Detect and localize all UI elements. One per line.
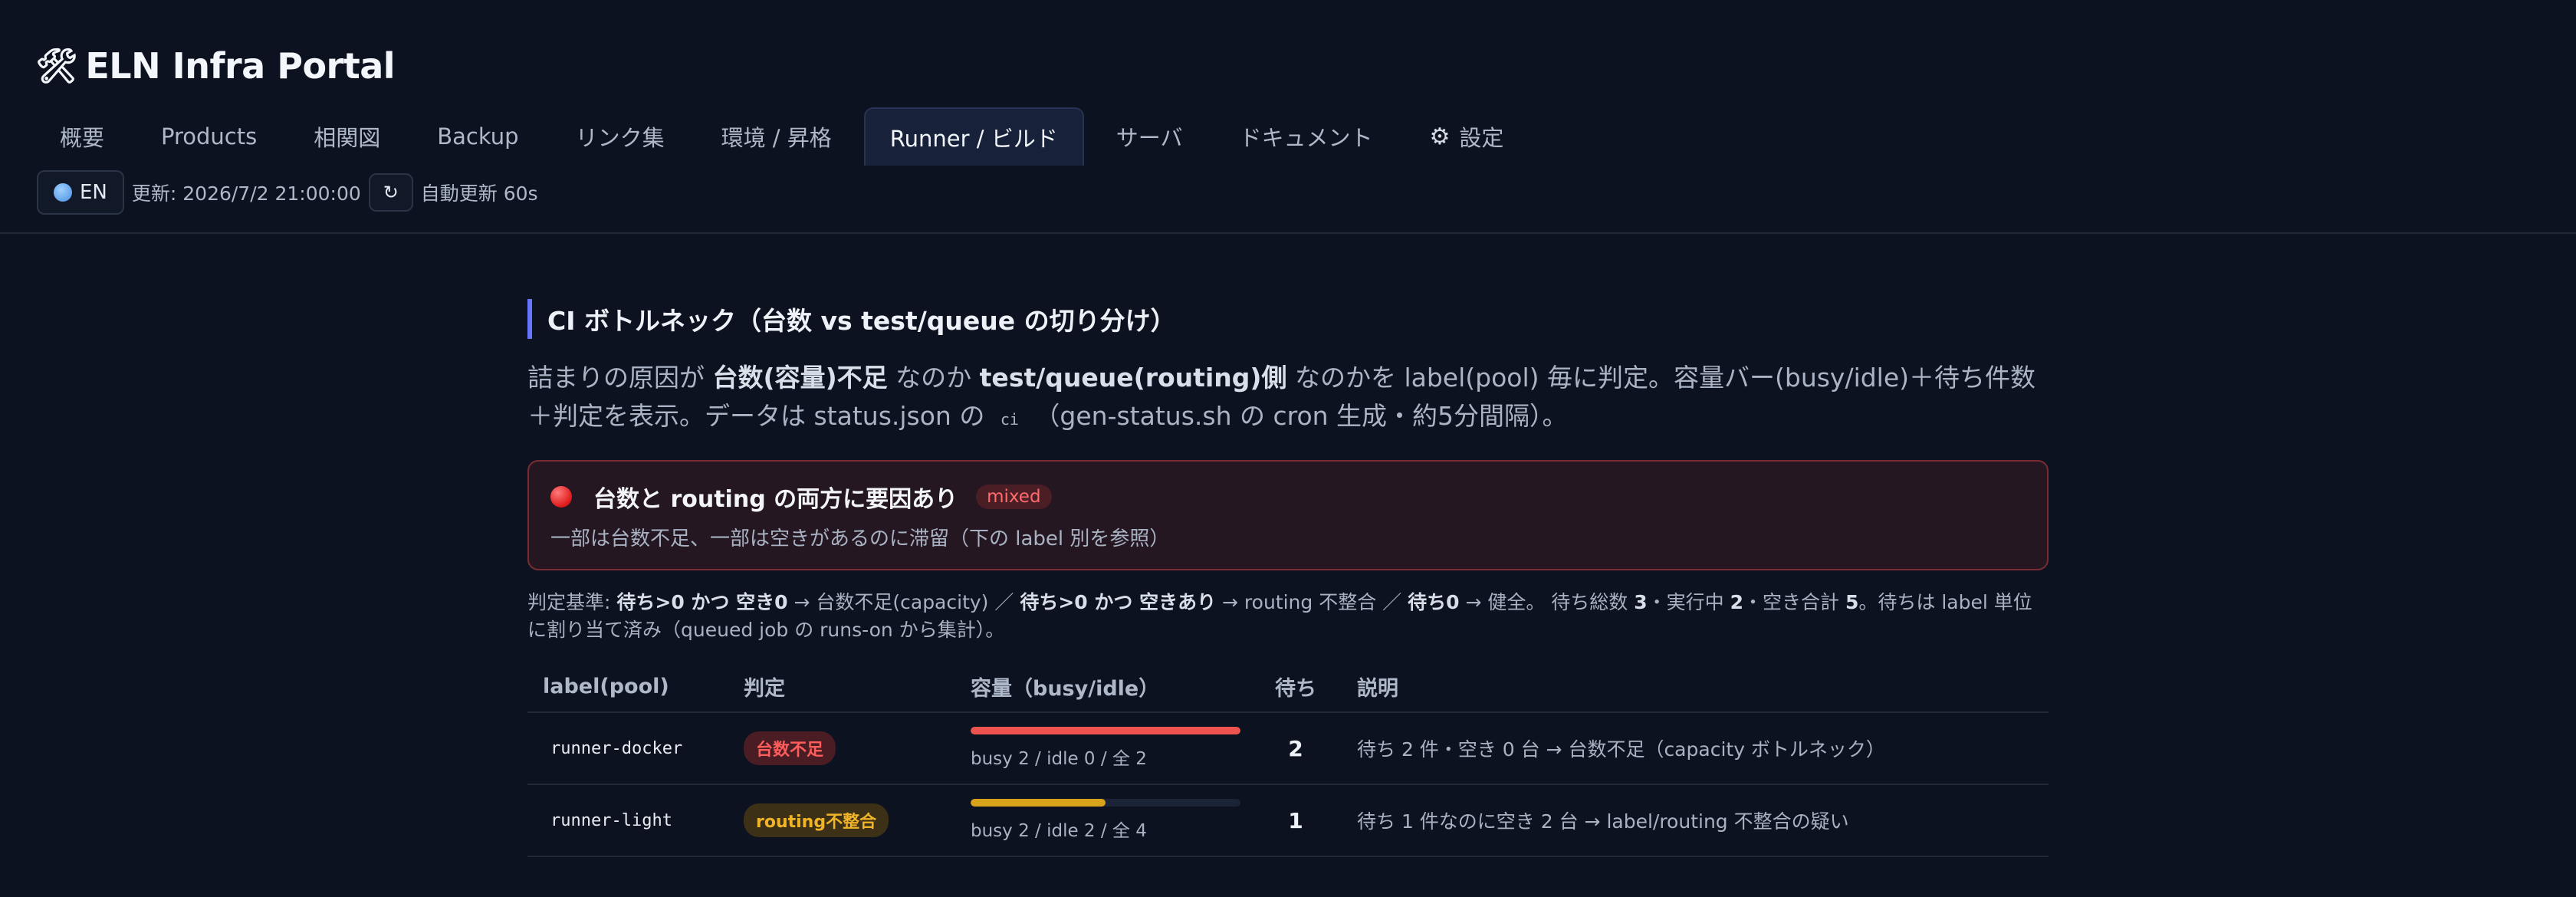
tab-label: 設定: [1459, 125, 1504, 151]
criteria-part: → 健全。 待ち総数: [1459, 591, 1635, 613]
col-header-note: 説明: [1357, 676, 1398, 701]
table-row: runner-light routing不整合 busy 2 / idle 2 …: [527, 785, 2049, 857]
col-header-verdict: 判定: [744, 676, 785, 701]
tab-links[interactable]: リンク集: [551, 107, 689, 166]
queued-count: 2: [1288, 735, 1303, 761]
tab-label: 環境 / 昇格: [721, 125, 832, 151]
tab-label: 概要: [60, 125, 105, 151]
tools-icon: 🛠: [35, 47, 78, 86]
criteria-part: ・空き合計: [1743, 591, 1845, 613]
criteria-emphasis: 待ち>0 かつ 空きあり: [1020, 591, 1217, 613]
tab-label: Products: [161, 123, 258, 150]
tab-correlation[interactable]: 相関図: [289, 107, 405, 166]
desc-text: （gen-status.sh の cron 生成・約5分間隔）。: [1026, 401, 1568, 431]
criteria-part: → 台数不足(capacity) ／: [787, 591, 1020, 613]
alert-title: 台数と routing の両方に要因あり: [593, 486, 958, 513]
refresh-button[interactable]: ↻: [368, 173, 413, 212]
desc-text: なのか: [887, 363, 980, 393]
col-header-queued: 待ち: [1275, 676, 1316, 701]
toolbar: EN 更新: 2026/7/2 21:00:00 ↻ 自動更新 60s: [37, 170, 538, 215]
gear-icon: ⚙: [1429, 123, 1451, 150]
tab-backup[interactable]: Backup: [412, 107, 543, 166]
desc-emphasis: test/queue(routing)側: [979, 363, 1287, 393]
criteria-number: 3: [1634, 591, 1648, 613]
desc-code: ci: [1000, 410, 1019, 429]
criteria-text: 判定基準: 待ち>0 かつ 空き0 → 台数不足(capacity) ／ 待ち>…: [527, 589, 2049, 644]
main-tabs: 概要 Products 相関図 Backup リンク集 環境 / 昇格 Runn…: [35, 107, 1528, 166]
col-header-capacity: 容量（busy/idle）: [971, 676, 1160, 701]
app-title-text: ELN Infra Portal: [85, 45, 396, 87]
table-row: runner-docker 台数不足 busy 2 / idle 0 / 全 2…: [527, 713, 2049, 785]
verdict-badge: routing不整合: [744, 803, 889, 837]
tab-environments[interactable]: 環境 / 昇格: [697, 107, 856, 166]
criteria-emphasis: 待ち0: [1408, 591, 1460, 613]
criteria-emphasis: 待ち>0 かつ 空き0: [616, 591, 788, 613]
globe-icon: [54, 183, 72, 202]
pool-label: runner-light: [550, 810, 672, 830]
capacity-text: busy 2 / idle 0 / 全 2: [971, 749, 1147, 769]
capacity-cell: busy 2 / idle 2 / 全 4: [971, 799, 1267, 842]
auto-refresh-label: 自動更新 60s: [420, 182, 538, 205]
main-content: CI ボトルネック（台数 vs test/queue の切り分け） 詰まりの原因…: [527, 299, 2049, 857]
tab-label: Backup: [437, 123, 519, 150]
pool-label: runner-docker: [550, 738, 683, 758]
criteria-part: → routing 不整合 ／: [1216, 591, 1408, 613]
tab-label: Runner / ビルド: [889, 126, 1058, 152]
app-header: 🛠 ELN Infra Portal 概要 Products 相関図 Backu…: [0, 0, 2576, 234]
capacity-text: busy 2 / idle 2 / 全 4: [971, 821, 1147, 841]
language-toggle-button[interactable]: EN: [37, 170, 124, 215]
desc-text: 詰まりの原因が: [527, 363, 713, 393]
tab-label: サーバ: [1116, 125, 1183, 151]
verdict-badge: 台数不足: [744, 731, 836, 765]
tab-settings[interactable]: ⚙ 設定: [1405, 107, 1529, 166]
criteria-part: ・実行中: [1647, 591, 1730, 613]
col-header-label: label(pool): [543, 674, 669, 698]
capacity-cell: busy 2 / idle 0 / 全 2: [971, 727, 1267, 770]
criteria-part: 判定基準:: [527, 591, 617, 613]
tab-label: 相関図: [314, 125, 381, 151]
tab-runner-build[interactable]: Runner / ビルド: [863, 107, 1084, 166]
capacity-bar-fill: [971, 727, 1240, 734]
language-label: EN: [80, 181, 107, 204]
red-circle-icon: [550, 486, 572, 508]
tab-servers[interactable]: サーバ: [1092, 107, 1208, 166]
capacity-bar: [971, 727, 1240, 734]
criteria-number: 2: [1730, 591, 1744, 613]
tab-overview[interactable]: 概要: [35, 107, 129, 166]
updated-timestamp: 更新: 2026/7/2 21:00:00: [131, 182, 361, 205]
criteria-number: 5: [1845, 591, 1859, 613]
row-note: 待ち 1 件なのに空き 2 台 → label/routing 不整合の疑い: [1357, 810, 1849, 833]
tab-products[interactable]: Products: [136, 107, 281, 166]
tab-label: リンク集: [575, 125, 665, 151]
capacity-bar-fill: [971, 799, 1106, 807]
bottleneck-alert: 台数と routing の両方に要因あり mixed 一部は台数不足、一部は空き…: [527, 460, 2049, 570]
tab-label: ドキュメント: [1239, 125, 1373, 151]
status-badge-mixed: mixed: [976, 485, 1052, 509]
queued-count: 1: [1288, 807, 1303, 833]
section-description: 詰まりの原因が 台数(容量)不足 なのか test/queue(routing)…: [527, 359, 2049, 439]
row-note: 待ち 2 件・空き 0 台 → 台数不足（capacity ボトルネック）: [1357, 738, 1885, 761]
capacity-bar: [971, 799, 1240, 807]
desc-emphasis: 台数(容量)不足: [712, 363, 888, 393]
tab-documents[interactable]: ドキュメント: [1214, 107, 1397, 166]
app-title: 🛠 ELN Infra Portal: [35, 41, 396, 90]
alert-subtext: 一部は台数不足、一部は空きがあるのに滞留（下の label 別を参照）: [550, 527, 1170, 550]
runner-table: label(pool) 判定 容量（busy/idle） 待ち 説明 runne…: [527, 661, 2049, 857]
section-title: CI ボトルネック（台数 vs test/queue の切り分け）: [527, 299, 2049, 339]
refresh-icon: ↻: [383, 182, 399, 203]
table-header-row: label(pool) 判定 容量（busy/idle） 待ち 説明: [527, 661, 2049, 713]
